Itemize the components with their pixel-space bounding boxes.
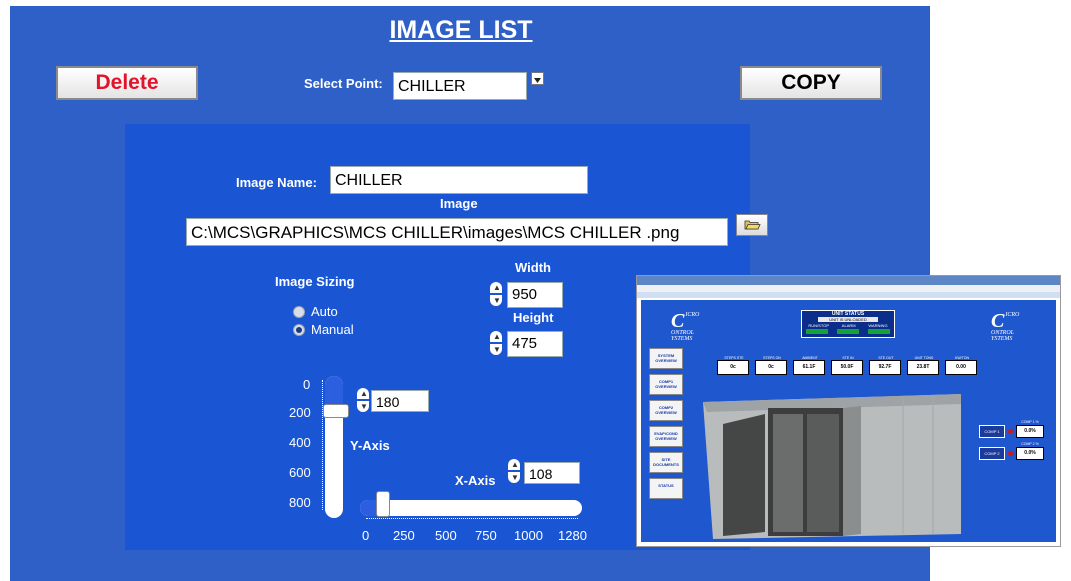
side-button: COMP2 OVERVIEW (649, 400, 683, 421)
status-indicator (867, 329, 890, 334)
comp-header: COMP 2 % (1021, 442, 1039, 446)
width-stepper[interactable]: ▲ ▼ (490, 282, 502, 306)
preview-toolbar (637, 292, 1060, 298)
value-box: STE IN 50.0F (831, 356, 863, 375)
height-input[interactable]: 475 (507, 331, 563, 357)
y-tick: 400 (289, 435, 311, 450)
status-header: ALARM (841, 323, 856, 328)
y-tick: 0 (303, 377, 311, 392)
image-preview: C ICRO ONTROL YSTEMS C ICRO ONTROL YSTEMS UNIT… (636, 275, 1061, 547)
folder-open-icon[interactable] (736, 214, 768, 236)
comp-status-dot (1008, 451, 1013, 456)
image-name-input[interactable]: CHILLER (330, 166, 588, 194)
x-axis-label: X-Axis (455, 473, 496, 488)
y-tick: 800 (289, 495, 311, 510)
value-box: KW/TON 0.00 (945, 356, 977, 375)
y-axis-input[interactable]: 180 (371, 390, 429, 412)
y-axis-stepper[interactable]: ▲ ▼ (357, 388, 369, 412)
preview-menu-bar (637, 285, 1060, 292)
value-box: STEPS STE 0c (717, 356, 749, 375)
copy-button[interactable]: COPY (740, 66, 882, 100)
mcs-logo: C ICRO ONTROL YSTEMS (671, 310, 700, 342)
side-button: COMP1 OVERVIEW (649, 374, 683, 395)
image-sizing-label: Image Sizing (275, 274, 355, 289)
value-box: AMBIENT 61.1F (793, 356, 825, 375)
image-label: Image (440, 196, 478, 211)
chevron-down-icon[interactable] (531, 72, 544, 85)
preview-title-bar (637, 276, 1060, 285)
radio-auto[interactable] (293, 306, 305, 318)
y-tick: 600 (289, 465, 311, 480)
x-axis-slider-thumb[interactable] (376, 491, 390, 517)
x-tick: 0 (362, 528, 370, 543)
y-axis-slider-thumb[interactable] (323, 404, 349, 418)
comp-header: COMP 1 % (1021, 420, 1039, 424)
width-input[interactable]: 950 (507, 282, 563, 308)
side-button: EVAP/COND OVERVIEW (649, 426, 683, 447)
y-axis-label: Y-Axis (350, 438, 390, 453)
value-box: STEPS ON 0c (755, 356, 787, 375)
y-tick: 200 (289, 405, 311, 420)
side-button: SYSTEM OVERVIEW (649, 348, 683, 369)
status-indicator (806, 329, 829, 334)
radio-auto-label: Auto (311, 304, 338, 319)
x-tick: 250 (393, 528, 415, 543)
status-header: RUN/STOP (808, 323, 829, 328)
image-name-label: Image Name: (236, 175, 317, 190)
y-axis-ticks (314, 380, 323, 510)
image-path-input[interactable]: C:\MCS\GRAPHICS\MCS CHILLER\images\MCS C… (186, 218, 728, 246)
chiller-unit-image (703, 394, 961, 539)
comp-status-dot (1008, 429, 1013, 434)
side-button: STATUS (649, 478, 683, 499)
comp-value: 0.0% (1016, 425, 1044, 438)
side-button: SITE DOCUMENTS (649, 452, 683, 473)
value-box: STE OUT 92.7F (869, 356, 901, 375)
preview-screen: C ICRO ONTROL YSTEMS C ICRO ONTROL YSTEMS UNIT… (641, 300, 1056, 542)
radio-manual-label: Manual (311, 322, 354, 337)
x-axis-slider-track[interactable] (360, 500, 582, 516)
select-point-dropdown[interactable]: CHILLER (393, 72, 527, 100)
height-label: Height (513, 310, 554, 325)
comp-value: 0.0% (1016, 447, 1044, 460)
select-point-label: Select Point: (304, 76, 383, 91)
radio-manual[interactable] (293, 324, 305, 336)
status-header: WARNING (868, 323, 888, 328)
delete-button[interactable]: Delete (56, 66, 198, 100)
height-stepper[interactable]: ▲ ▼ (490, 331, 502, 355)
x-axis-stepper[interactable]: ▲ ▼ (508, 459, 520, 483)
page-title: IMAGE LIST (389, 16, 533, 44)
x-tick: 1280 (558, 528, 587, 543)
x-tick: 1000 (514, 528, 543, 543)
comp-label: COMP 2 (979, 447, 1005, 460)
unit-status-box: UNIT STATUS UNIT IS UNLOADED RUN/STOP AL… (801, 310, 895, 338)
x-axis-input[interactable]: 108 (524, 462, 580, 484)
unit-status-value: UNIT IS UNLOADED (818, 317, 878, 322)
value-box: UNIT TONS 23.8T (907, 356, 939, 375)
mcs-logo: C ICRO ONTROL YSTEMS (991, 310, 1020, 342)
comp-label: COMP 1 (979, 425, 1005, 438)
status-indicator (836, 329, 859, 334)
x-axis-ticks (366, 518, 578, 524)
width-label: Width (515, 260, 551, 275)
x-tick: 750 (475, 528, 497, 543)
x-tick: 500 (435, 528, 457, 543)
